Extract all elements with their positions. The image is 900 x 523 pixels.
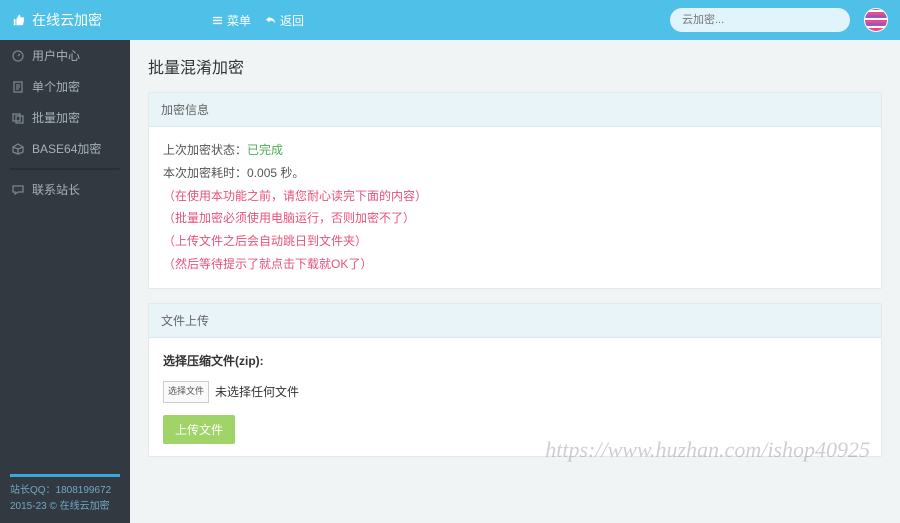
back-label: 返回: [280, 12, 304, 29]
sidebar: 用户中心 单个加密 批量加密 BASE64加密 联系站长 站长QQ：180819…: [0, 40, 130, 523]
sidebar-item-label: BASE64加密: [32, 140, 101, 157]
sidebar-divider: [10, 168, 120, 170]
status-row: 上次加密状态：已完成: [163, 139, 867, 162]
sidebar-item-label: 单个加密: [32, 78, 80, 95]
upload-button[interactable]: 上传文件: [163, 415, 235, 444]
warn-line-4: （然后等待提示了就点击下载就OK了）: [163, 253, 867, 276]
sidebar-item-contact[interactable]: 联系站长: [0, 174, 130, 205]
topnav: 菜单 返回: [212, 12, 304, 29]
sidebar-footer: 站长QQ：1808199672 2015-23 © 在线云加密: [0, 468, 130, 523]
brand-title: 在线云加密: [32, 10, 102, 30]
back-link[interactable]: 返回: [265, 12, 304, 29]
duration-value: 0.005 秒。: [247, 166, 304, 180]
sidebar-item-usercenter[interactable]: 用户中心: [0, 40, 130, 71]
menu-icon: [212, 15, 223, 26]
panel-upload-body: 选择压缩文件(zip): 选择文件 未选择任何文件 上传文件: [149, 338, 881, 457]
warn-line-2: （批量加密必须使用电脑运行，否则加密不了）: [163, 207, 867, 230]
file-icon: [12, 81, 24, 93]
back-icon: [265, 15, 276, 26]
panel-upload-head: 文件上传: [149, 304, 881, 338]
status-value: 已完成: [247, 143, 283, 157]
file-input-row: 选择文件 未选择任何文件: [163, 381, 867, 404]
sidebar-item-label: 用户中心: [32, 47, 80, 64]
no-file-text: 未选择任何文件: [215, 381, 299, 404]
sidebar-item-label: 批量加密: [32, 109, 80, 126]
panel-info-body: 上次加密状态：已完成 本次加密耗时：0.005 秒。 （在使用本功能之前，请您耐…: [149, 127, 881, 288]
footer-qq: 站长QQ：1808199672: [10, 483, 120, 499]
warn-line-3: （上传文件之后会自动跳日到文件夹）: [163, 230, 867, 253]
footer-bar: [10, 474, 120, 477]
brand: 在线云加密: [12, 10, 102, 30]
layers-icon: [12, 112, 24, 124]
choose-file-button[interactable]: 选择文件: [163, 381, 209, 402]
footer-copyright: 2015-23 © 在线云加密: [10, 499, 120, 515]
dashboard-icon: [12, 50, 24, 62]
select-label: 选择压缩文件(zip):: [163, 350, 867, 373]
topbar: 在线云加密 菜单 返回: [0, 0, 900, 40]
sidebar-item-single[interactable]: 单个加密: [0, 71, 130, 102]
menu-link[interactable]: 菜单: [212, 12, 251, 29]
sidebar-item-base64[interactable]: BASE64加密: [0, 133, 130, 164]
duration-row: 本次加密耗时：0.005 秒。: [163, 162, 867, 185]
sidebar-item-label: 联系站长: [32, 181, 80, 198]
search-input[interactable]: [670, 8, 850, 32]
chat-icon: [12, 184, 24, 196]
sidebar-item-batch[interactable]: 批量加密: [0, 102, 130, 133]
thumbs-up-icon: [12, 13, 26, 27]
page-title: 批量混淆加密: [148, 54, 882, 78]
cube-icon: [12, 143, 24, 155]
warn-line-1: （在使用本功能之前，请您耐心读完下面的内容）: [163, 185, 867, 208]
panel-info-head: 加密信息: [149, 93, 881, 127]
panel-upload: 文件上传 选择压缩文件(zip): 选择文件 未选择任何文件 上传文件: [148, 303, 882, 458]
menu-label: 菜单: [227, 12, 251, 29]
avatar[interactable]: [864, 8, 888, 32]
main-content: 批量混淆加密 加密信息 上次加密状态：已完成 本次加密耗时：0.005 秒。 （…: [130, 40, 900, 523]
duration-label: 本次加密耗时：: [163, 166, 247, 180]
panel-info: 加密信息 上次加密状态：已完成 本次加密耗时：0.005 秒。 （在使用本功能之…: [148, 92, 882, 289]
status-label: 上次加密状态：: [163, 143, 247, 157]
